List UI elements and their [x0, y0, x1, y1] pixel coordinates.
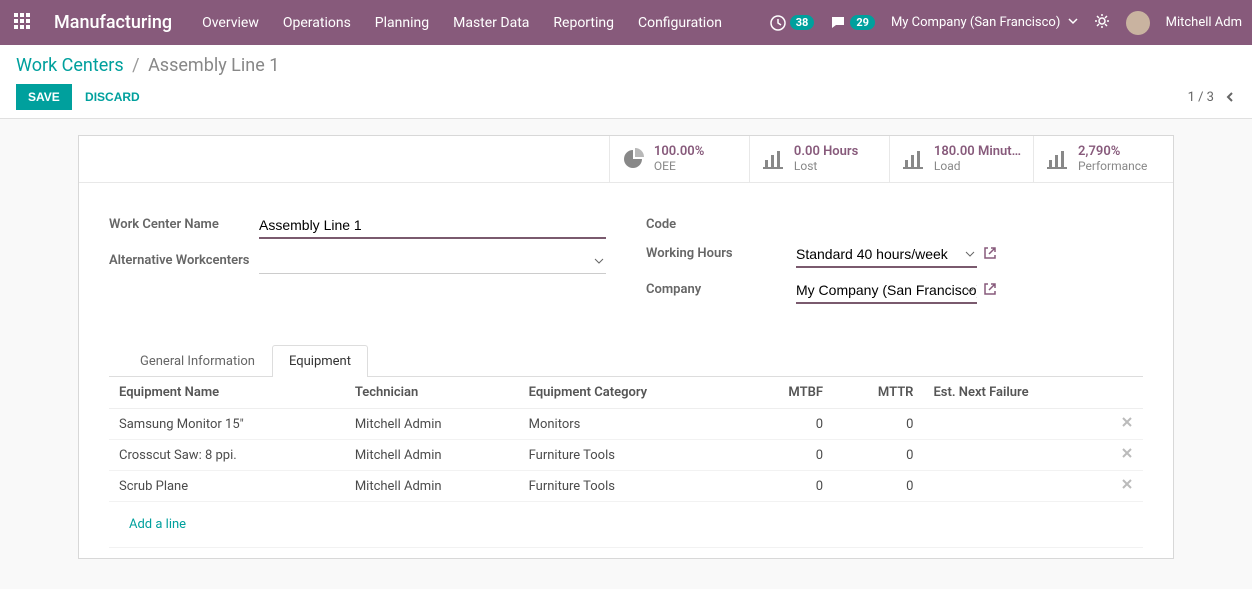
cell-mttr[interactable]: 0 — [833, 471, 923, 502]
stat-value: 180.00 Minut… — [934, 144, 1021, 159]
breadcrumb-sep: / — [132, 55, 139, 76]
save-button[interactable]: SAVE — [16, 84, 72, 110]
cell-next[interactable] — [923, 471, 1111, 502]
stat-value: 2,790% — [1078, 144, 1147, 159]
pager: 1 / 3 — [1188, 90, 1236, 105]
cell-name[interactable]: Crosscut Saw: 8 ppi. — [109, 440, 345, 471]
activity-indicator[interactable]: 38 — [770, 15, 815, 31]
stat-label: Load — [934, 159, 961, 173]
label-name: Work Center Name — [109, 213, 259, 232]
avatar[interactable] — [1126, 11, 1150, 35]
chat-icon — [830, 15, 846, 31]
label-alt: Alternative Workcenters — [109, 249, 259, 268]
col-mttr[interactable]: MTTR — [833, 377, 923, 409]
working-hours-input[interactable] — [796, 242, 977, 268]
cell-mttr[interactable]: 0 — [833, 440, 923, 471]
cell-tech[interactable]: Mitchell Admin — [345, 471, 519, 502]
pager-text[interactable]: 1 / 3 — [1188, 90, 1214, 105]
name-input[interactable] — [259, 213, 606, 239]
menu-master-data[interactable]: Master Data — [453, 15, 529, 31]
breadcrumb-current: Assembly Line 1 — [148, 55, 279, 76]
stat-label: Lost — [794, 159, 817, 173]
col-name[interactable]: Equipment Name — [109, 377, 345, 409]
company-switcher[interactable]: My Company (San Francisco) — [891, 15, 1078, 30]
message-indicator[interactable]: 29 — [830, 15, 875, 31]
stat-oee[interactable]: 100.00%OEE — [609, 136, 749, 182]
menu-configuration[interactable]: Configuration — [638, 15, 722, 31]
company-input[interactable] — [796, 278, 977, 304]
external-link-icon[interactable] — [983, 282, 997, 300]
cell-cat[interactable]: Furniture Tools — [519, 471, 745, 502]
activity-count: 38 — [790, 15, 815, 30]
stat-label: Performance — [1078, 159, 1147, 173]
cell-mtbf[interactable]: 0 — [744, 471, 833, 502]
breadcrumb: Work Centers / Assembly Line 1 — [16, 55, 1236, 76]
delete-row-icon[interactable] — [1111, 471, 1143, 502]
chevron-down-icon — [1068, 16, 1078, 26]
table-row[interactable]: Crosscut Saw: 8 ppi.Mitchell AdminFurnit… — [109, 440, 1143, 471]
cell-next[interactable] — [923, 409, 1111, 440]
cell-mtbf[interactable]: 0 — [744, 440, 833, 471]
debug-icon[interactable] — [1094, 13, 1110, 33]
apps-icon[interactable] — [10, 13, 34, 33]
col-cat[interactable]: Equipment Category — [519, 377, 745, 409]
menu-planning[interactable]: Planning — [375, 15, 429, 31]
equipment-table: Equipment Name Technician Equipment Cate… — [109, 377, 1143, 548]
cell-cat[interactable]: Monitors — [519, 409, 745, 440]
pie-chart-icon — [622, 148, 644, 170]
breadcrumb-parent[interactable]: Work Centers — [16, 55, 124, 76]
col-mtbf[interactable]: MTBF — [744, 377, 833, 409]
delete-row-icon[interactable] — [1111, 440, 1143, 471]
form-left: Work Center Name Alternative Workcenters — [109, 213, 606, 314]
chevron-left-icon[interactable] — [1224, 91, 1236, 103]
stat-value: 0.00 Hours — [794, 144, 858, 159]
discard-button[interactable]: DISCARD — [85, 90, 140, 104]
stat-load[interactable]: 180.00 Minut…Load — [889, 136, 1033, 182]
form-right: Code Working Hours — [646, 213, 1143, 314]
menu-overview[interactable]: Overview — [202, 15, 259, 31]
menu-reporting[interactable]: Reporting — [553, 15, 614, 31]
add-line-link[interactable]: Add a line — [119, 509, 196, 540]
cell-mtbf[interactable]: 0 — [744, 409, 833, 440]
label-company: Company — [646, 278, 796, 297]
table-row[interactable]: Scrub PlaneMitchell AdminFurniture Tools… — [109, 471, 1143, 502]
bar-chart-icon — [762, 148, 784, 170]
menu-operations[interactable]: Operations — [283, 15, 351, 31]
cell-name[interactable]: Scrub Plane — [109, 471, 345, 502]
cell-tech[interactable]: Mitchell Admin — [345, 409, 519, 440]
col-next[interactable]: Est. Next Failure — [923, 377, 1111, 409]
navbar: Manufacturing Overview Operations Planni… — [0, 0, 1252, 45]
cell-cat[interactable]: Furniture Tools — [519, 440, 745, 471]
clock-icon — [770, 15, 786, 31]
stat-performance[interactable]: 2,790%Performance — [1033, 136, 1173, 182]
navbar-right: 38 29 My Company (San Francisco) Mitchel… — [770, 11, 1242, 35]
stat-row: 100.00%OEE 0.00 HoursLost 180.00 Minut…L… — [79, 136, 1173, 183]
user-name[interactable]: Mitchell Adm — [1166, 15, 1242, 30]
delete-row-icon[interactable] — [1111, 409, 1143, 440]
message-count: 29 — [850, 15, 875, 30]
bar-chart-icon — [1046, 148, 1068, 170]
label-code: Code — [646, 213, 796, 232]
tab-general[interactable]: General Information — [123, 345, 272, 377]
cell-tech[interactable]: Mitchell Admin — [345, 440, 519, 471]
control-bar: Work Centers / Assembly Line 1 SAVE DISC… — [0, 45, 1252, 119]
brand[interactable]: Manufacturing — [54, 12, 172, 33]
stat-lost[interactable]: 0.00 HoursLost — [749, 136, 889, 182]
form-sheet: 100.00%OEE 0.00 HoursLost 180.00 Minut…L… — [78, 135, 1174, 559]
table-row[interactable]: Samsung Monitor 15"Mitchell AdminMonitor… — [109, 409, 1143, 440]
stat-label: OEE — [654, 159, 676, 173]
alt-workcenters-input[interactable] — [259, 249, 606, 274]
label-hours: Working Hours — [646, 242, 796, 261]
main-menu: Overview Operations Planning Master Data… — [202, 15, 770, 31]
bar-chart-icon — [902, 148, 924, 170]
company-name: My Company (San Francisco) — [891, 15, 1060, 30]
external-link-icon[interactable] — [983, 246, 997, 264]
tabs: General Information Equipment Equipment … — [109, 344, 1143, 548]
col-tech[interactable]: Technician — [345, 377, 519, 409]
cell-name[interactable]: Samsung Monitor 15" — [109, 409, 345, 440]
stat-value: 100.00% — [654, 144, 704, 159]
cell-next[interactable] — [923, 440, 1111, 471]
tab-equipment[interactable]: Equipment — [272, 345, 368, 377]
cell-mttr[interactable]: 0 — [833, 409, 923, 440]
